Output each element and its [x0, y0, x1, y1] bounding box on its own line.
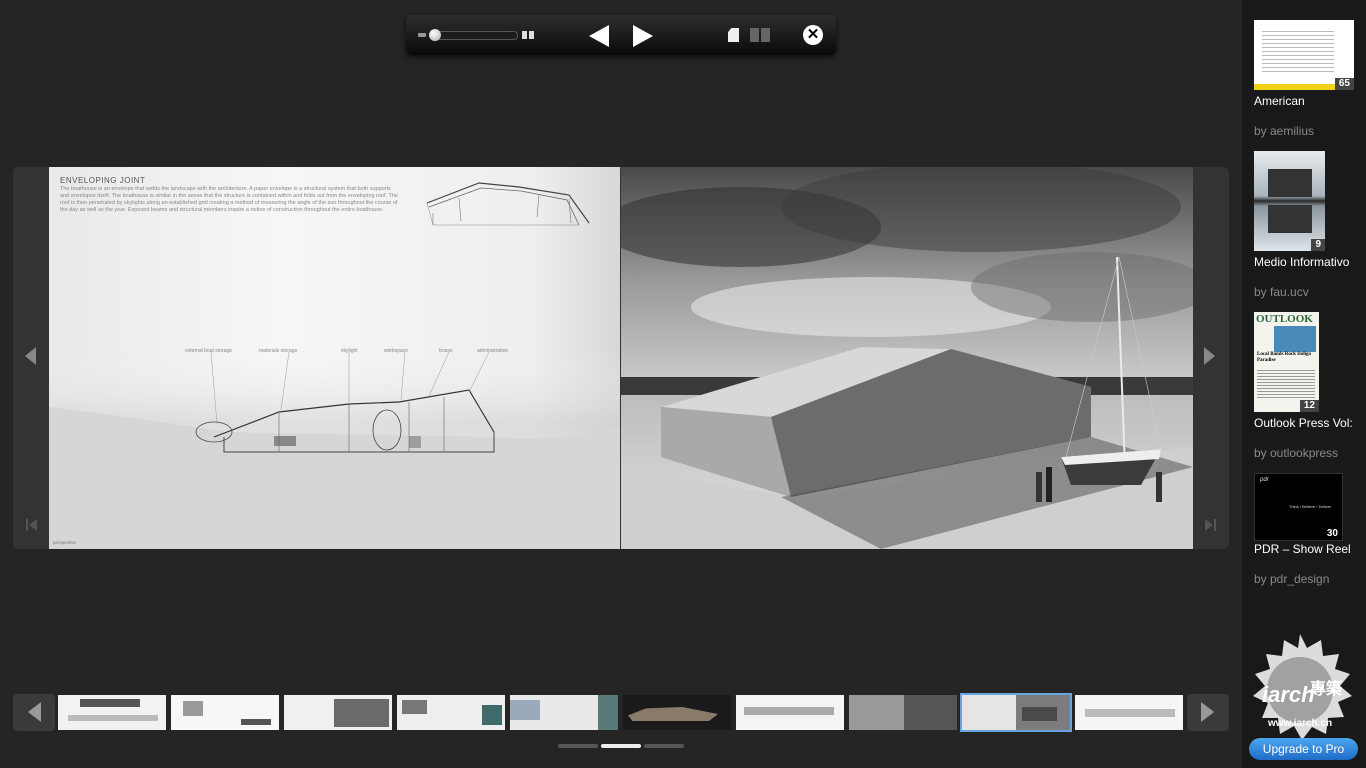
pdr-logo: pdr [1260, 477, 1269, 483]
single-page-view-icon[interactable] [728, 28, 739, 42]
page-body-text: The boathouse is an envelope that welds … [60, 186, 398, 213]
page-count-badge: 9 [1311, 239, 1325, 251]
first-page-icon[interactable] [26, 519, 38, 531]
page-thumbnail[interactable] [849, 695, 957, 730]
zoom-out-icon[interactable] [418, 33, 426, 37]
strip-next-arrow[interactable] [1187, 694, 1229, 731]
boathouse-render [621, 167, 1193, 549]
page-thumbnail[interactable] [1075, 695, 1183, 730]
outlook-headline: Local Bands Rock Indigo Paradise [1257, 352, 1312, 363]
publication-author[interactable]: by outlookpress [1254, 446, 1338, 460]
zoom-in-icon[interactable] [522, 31, 534, 39]
right-page-render[interactable] [621, 167, 1193, 549]
page-thumbnail[interactable] [510, 695, 618, 730]
close-icon[interactable]: ✕ [803, 25, 823, 45]
outlook-masthead: OUTLOOK [1256, 313, 1313, 325]
thumbnail-strip [13, 693, 1229, 732]
zoom-slider-track[interactable] [432, 31, 518, 40]
publication-cover[interactable]: 65 [1254, 20, 1354, 90]
page-count-badge: 65 [1334, 78, 1354, 90]
publication-author[interactable]: by pdr_design [1254, 572, 1329, 586]
publication-author[interactable]: by aemilius [1254, 124, 1314, 138]
page-thumbnail[interactable] [736, 695, 844, 730]
page-count-badge: 30 [1326, 528, 1338, 539]
upgrade-to-pro-button[interactable]: Upgrade to Pro [1249, 738, 1358, 760]
zoom-slider-knob[interactable] [429, 29, 441, 41]
strip-page-indicator[interactable] [558, 744, 598, 748]
previous-page-button[interactable] [589, 25, 609, 47]
page-thumbnail[interactable] [171, 695, 279, 730]
page-thumbnail[interactable] [58, 695, 166, 730]
page-thumbnail-active[interactable] [960, 693, 1072, 732]
page-count-badge: 12 [1299, 400, 1319, 412]
book-viewer: ENVELOPING JOINT The boathouse is an env… [13, 167, 1229, 549]
publication-title[interactable]: American [1254, 94, 1364, 108]
page-thumbnail[interactable] [397, 695, 505, 730]
last-page-icon[interactable] [1204, 519, 1216, 531]
page-caption: perspective [53, 540, 77, 545]
double-page-view-icon[interactable] [750, 28, 770, 42]
page-thumbnail[interactable] [284, 695, 392, 730]
strip-prev-arrow[interactable] [13, 694, 55, 731]
roof-sketch [426, 182, 590, 226]
strip-page-indicator-active[interactable] [601, 744, 641, 748]
iarch-watermark-logo: iarch 專築 www.iarch.cn [1253, 634, 1352, 740]
page-thumbnail[interactable] [623, 695, 731, 730]
watermark-logo-text: iarch [1262, 682, 1315, 707]
publication-cover[interactable]: 9 [1254, 151, 1325, 251]
publication-author[interactable]: by fau.ucv [1254, 285, 1309, 299]
page-forward-arrow[interactable] [1204, 347, 1215, 365]
publication-cover[interactable]: OUTLOOK Local Bands Rock Indigo Paradise… [1254, 312, 1319, 412]
publication-cover[interactable]: pdr Think / Believe / Deliver 30 [1254, 473, 1343, 541]
publication-title[interactable]: Outlook Press Vol: [1254, 416, 1364, 430]
page-back-arrow[interactable] [25, 347, 36, 365]
watermark-url: www.iarch.cn [1267, 718, 1332, 729]
watermark-chinese-text: 專築 [1310, 679, 1343, 698]
next-page-button[interactable] [633, 25, 653, 47]
publication-title[interactable]: Medio Informativo [1254, 255, 1364, 269]
viewer-toolbar: ✕ [406, 15, 836, 55]
left-page[interactable]: ENVELOPING JOINT The boathouse is an env… [49, 167, 620, 549]
section-drawing [49, 352, 620, 549]
publication-title[interactable]: PDR – Show Reel [1254, 542, 1364, 556]
strip-page-indicator[interactable] [644, 744, 684, 748]
pdr-tagline: Think / Believe / Deliver [1289, 504, 1332, 509]
page-heading: ENVELOPING JOINT [60, 176, 146, 185]
